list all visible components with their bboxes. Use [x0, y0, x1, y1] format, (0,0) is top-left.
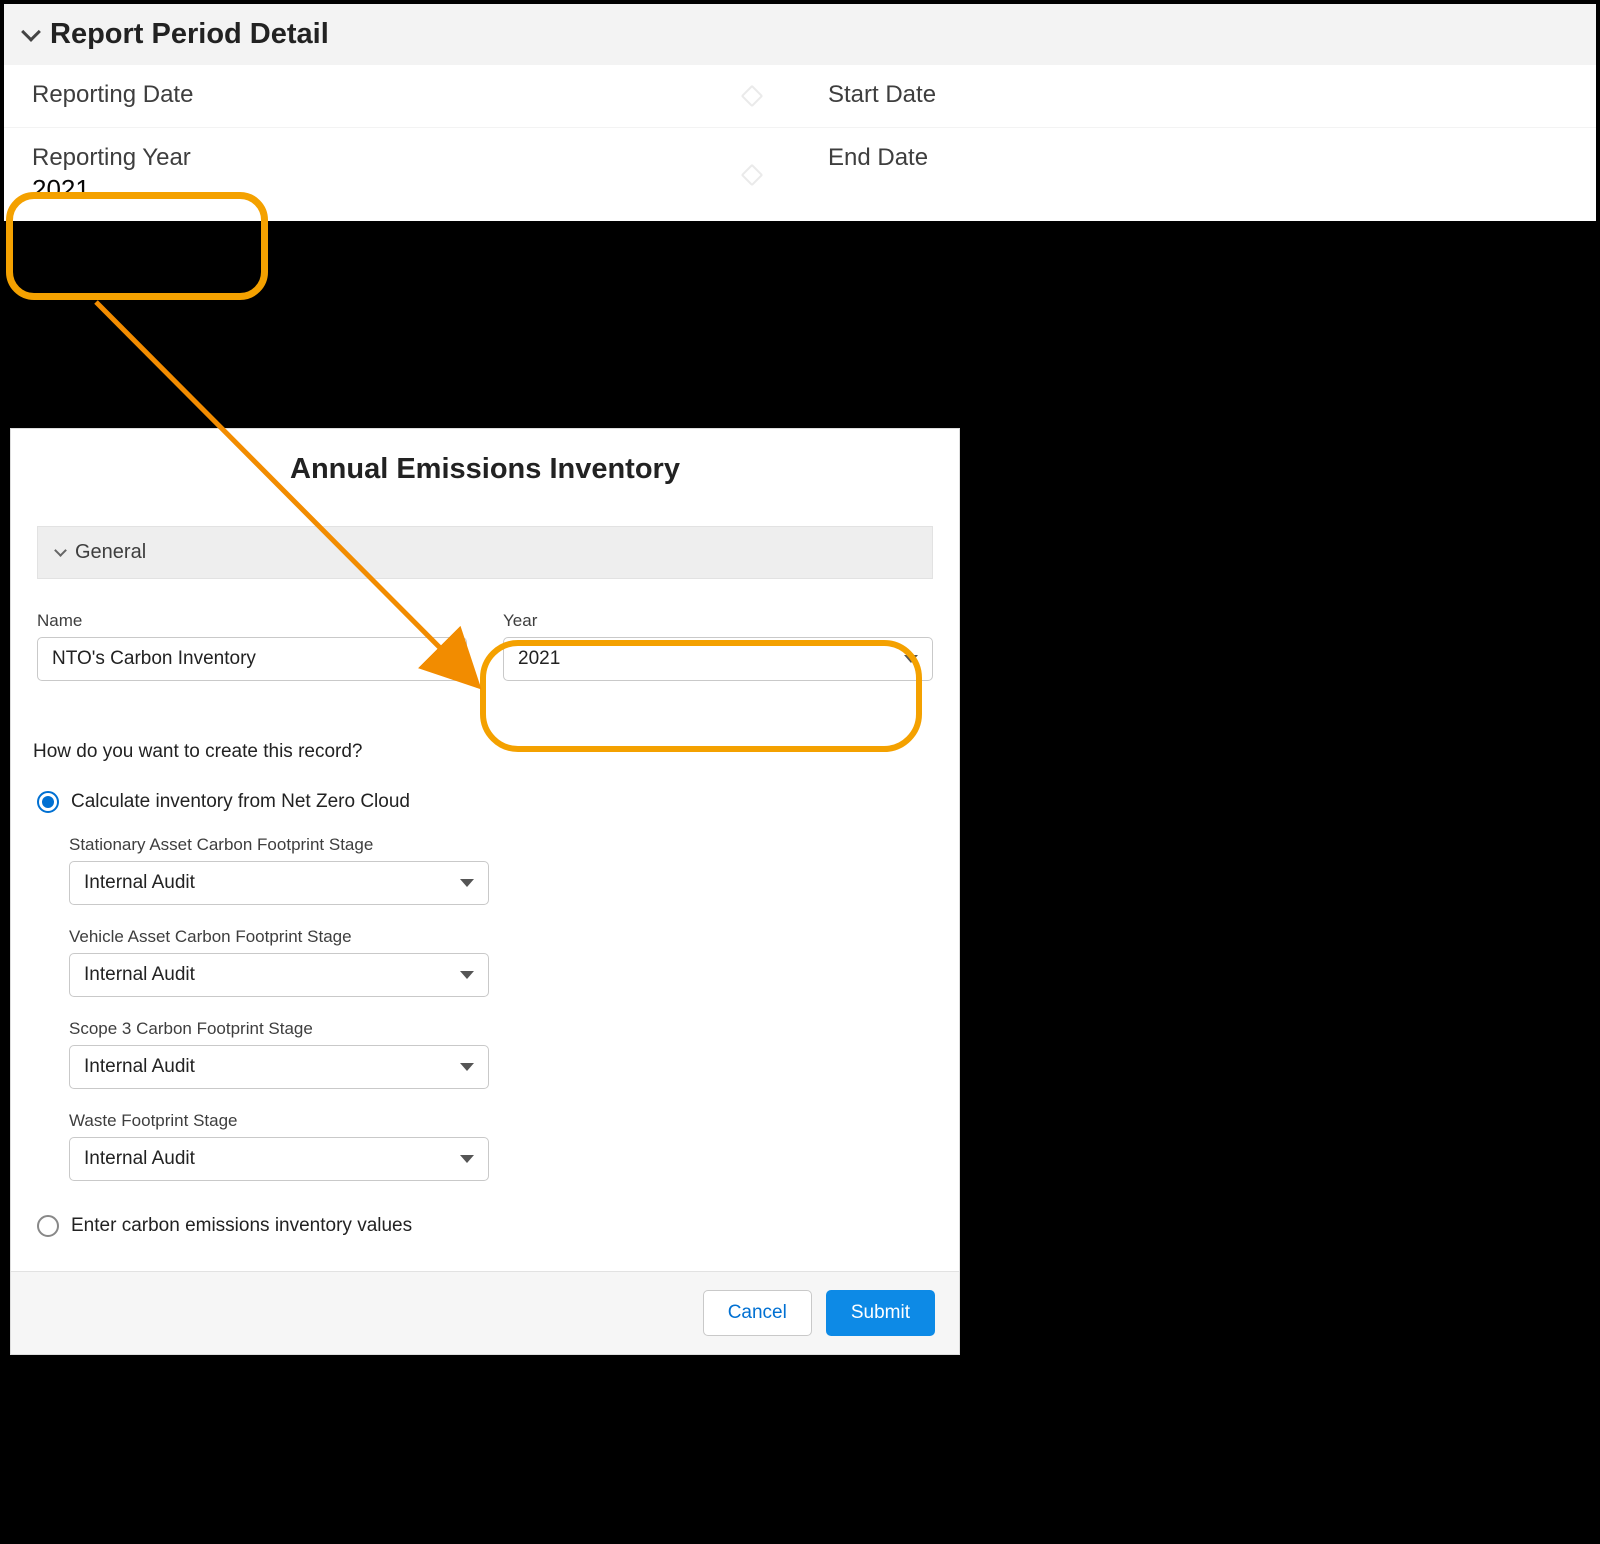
- end-date-cell[interactable]: End Date: [800, 128, 1596, 221]
- modal-footer: Cancel Submit: [11, 1271, 959, 1354]
- name-input[interactable]: NTO's Carbon Inventory: [37, 637, 467, 681]
- stage-value-1: Internal Audit: [84, 964, 195, 986]
- start-date-cell[interactable]: Start Date: [800, 65, 1596, 127]
- general-section-header[interactable]: General: [37, 526, 933, 579]
- end-date-label: End Date: [828, 144, 1568, 172]
- stage-select-0[interactable]: Internal Audit: [69, 861, 489, 905]
- name-label: Name: [37, 611, 467, 631]
- start-date-label: Start Date: [828, 81, 1568, 109]
- stage-label-1: Vehicle Asset Carbon Footprint Stage: [69, 927, 933, 947]
- modal-title: Annual Emissions Inventory: [11, 429, 959, 526]
- option-calculate-label: Calculate inventory from Net Zero Cloud: [71, 791, 410, 813]
- stage-select-3[interactable]: Internal Audit: [69, 1137, 489, 1181]
- report-section-title: Report Period Detail: [50, 18, 329, 51]
- caret-down-icon: [460, 971, 474, 979]
- year-select-value: 2021: [518, 648, 560, 670]
- reporting-date-label: Reporting Date: [32, 81, 772, 109]
- reporting-year-cell[interactable]: Reporting Year 2021: [4, 128, 800, 221]
- stage-label-3: Waste Footprint Stage: [69, 1111, 933, 1131]
- option-enter-label: Enter carbon emissions inventory values: [71, 1215, 412, 1237]
- stage-label-2: Scope 3 Carbon Footprint Stage: [69, 1019, 933, 1039]
- reporting-year-label: Reporting Year: [32, 144, 772, 172]
- general-label: General: [75, 541, 146, 564]
- chevron-down-icon: [21, 22, 41, 42]
- caret-down-icon: [460, 1155, 474, 1163]
- stage-value-0: Internal Audit: [84, 872, 195, 894]
- caret-down-icon: [460, 1063, 474, 1071]
- chevron-down-icon: [54, 544, 67, 557]
- name-input-value: NTO's Carbon Inventory: [52, 648, 256, 670]
- year-select[interactable]: 2021: [503, 637, 933, 681]
- create-record-question: How do you want to create this record?: [11, 691, 959, 783]
- stage-select-1[interactable]: Internal Audit: [69, 953, 489, 997]
- option-enter-row[interactable]: Enter carbon emissions inventory values: [11, 1207, 959, 1245]
- stage-value-3: Internal Audit: [84, 1148, 195, 1170]
- caret-down-icon: [904, 655, 918, 663]
- report-section-header[interactable]: Report Period Detail: [4, 4, 1596, 65]
- stage-label-0: Stationary Asset Carbon Footprint Stage: [69, 835, 933, 855]
- radio-calculate[interactable]: [37, 791, 59, 813]
- submit-button[interactable]: Submit: [826, 1290, 935, 1336]
- option-calculate-row[interactable]: Calculate inventory from Net Zero Cloud: [11, 783, 959, 821]
- radio-enter[interactable]: [37, 1215, 59, 1237]
- reporting-date-cell[interactable]: Reporting Date: [4, 65, 800, 127]
- cancel-button[interactable]: Cancel: [703, 1290, 812, 1336]
- annual-emissions-modal: Annual Emissions Inventory General Name …: [10, 428, 960, 1355]
- reporting-year-value: 2021: [32, 174, 772, 205]
- year-label: Year: [503, 611, 933, 631]
- caret-down-icon: [460, 879, 474, 887]
- report-period-detail-panel: Report Period Detail Reporting Date Star…: [2, 2, 1598, 223]
- stage-value-2: Internal Audit: [84, 1056, 195, 1078]
- stage-select-2[interactable]: Internal Audit: [69, 1045, 489, 1089]
